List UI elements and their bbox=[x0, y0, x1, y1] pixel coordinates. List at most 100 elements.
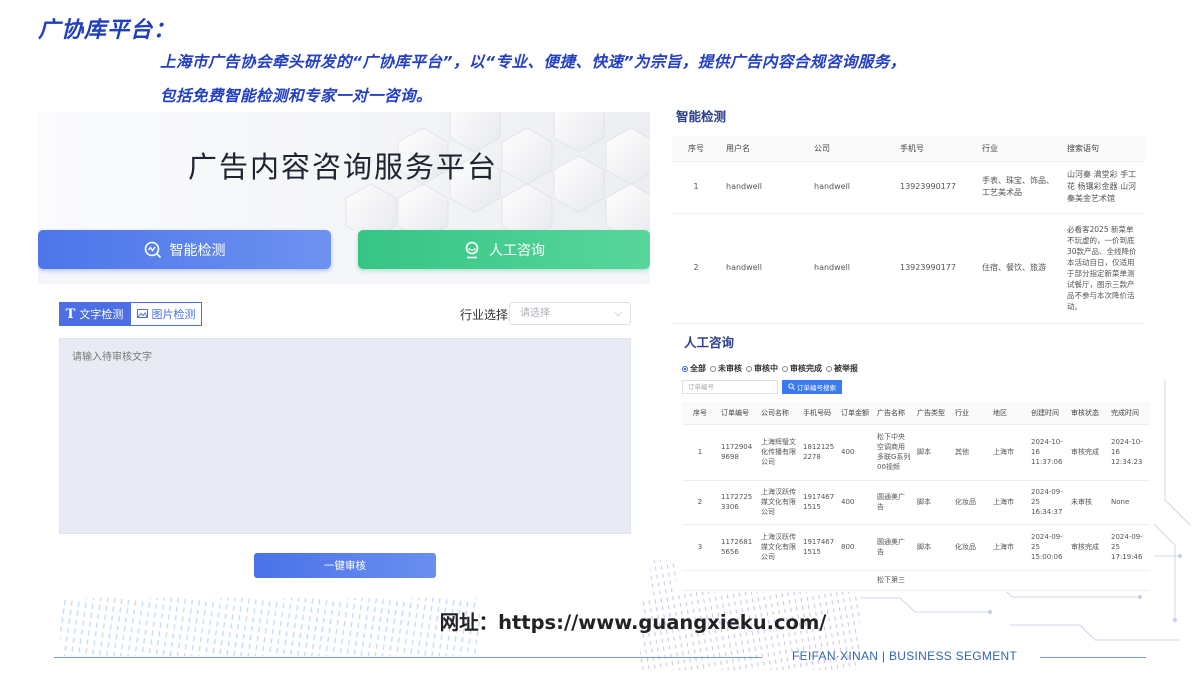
industry-placeholder: 请选择 bbox=[520, 308, 550, 319]
platform-screenshot: 广告内容咨询服务平台 智能检测 人工咨询 T 文字检测 图片检测 行业选择 请选… bbox=[38, 112, 650, 598]
smart-detect-table: 序号 用户名 公司 手机号 行业 搜索语句 1 handwell handwel… bbox=[672, 136, 1145, 324]
table-cell: 1 bbox=[682, 424, 718, 481]
order-search-button[interactable]: 订单编号搜索 bbox=[782, 380, 842, 394]
detect-panel: T 文字检测 图片检测 行业选择 请选择 ⌵ 请输入待审核文字 一键审核 bbox=[38, 284, 650, 598]
one-click-audit-button[interactable]: 一键审核 bbox=[254, 553, 436, 578]
column-header: 行业 bbox=[976, 136, 1061, 162]
radio-icon bbox=[710, 365, 716, 372]
table-cell: 脚本 bbox=[914, 524, 952, 571]
column-header: 地区 bbox=[990, 402, 1028, 425]
radio-icon bbox=[746, 365, 752, 372]
text-input-area[interactable]: 请输入待审核文字 bbox=[59, 338, 631, 534]
table-cell bbox=[682, 570, 718, 591]
table-row: 2 11727253306 上海汉跃传媒文化有限公司 19174671515 4… bbox=[682, 480, 1150, 525]
table-cell bbox=[1068, 570, 1108, 591]
hero-banner: 广告内容咨询服务平台 bbox=[38, 112, 650, 230]
intro-line-1: 上海市广告协会牵头研发的“广协库平台”，以“专业、便捷、快速”为宗旨，提供广告内… bbox=[160, 53, 906, 71]
table-row: 1 11729049698 上海辉璧文化传播有限公司 18121252278 4… bbox=[682, 424, 1150, 481]
table-cell: 上海市 bbox=[990, 480, 1028, 525]
column-header: 行业 bbox=[952, 402, 990, 425]
table-cell: 3 bbox=[682, 524, 718, 571]
table-cell bbox=[758, 570, 800, 591]
table-row: 2 handwell handwell 13923990177 住宿、餐饮、旅游… bbox=[672, 213, 1145, 324]
table-cell: 上海汉跃传媒文化有限公司 bbox=[758, 480, 800, 525]
tab-text-detect[interactable]: T 文字检测 bbox=[59, 302, 130, 326]
radio-icon bbox=[782, 365, 788, 372]
status-filter: 全部 未审核 审核中 审核完成 被举报 bbox=[682, 363, 858, 374]
table-cell: 11729049698 bbox=[718, 424, 758, 481]
industry-select[interactable]: 请选择 ⌵ bbox=[509, 302, 631, 325]
filter-label: 审核中 bbox=[754, 364, 778, 373]
table-row: 松下第三 bbox=[682, 570, 1150, 591]
table-cell: 19174671515 bbox=[800, 480, 838, 525]
search-chart-icon bbox=[144, 241, 162, 259]
order-number-input[interactable]: 订单编号 bbox=[682, 380, 778, 394]
website-url: 网址：https://www.guangxieku.com/ bbox=[0, 606, 1200, 635]
filter-label: 全部 bbox=[690, 364, 706, 373]
smart-detect-button[interactable]: 智能检测 bbox=[38, 230, 331, 269]
user-icon bbox=[463, 241, 481, 259]
website-url-text: 网址：https://www.guangxieku.com/ bbox=[439, 611, 827, 634]
table-cell: 13923990177 bbox=[894, 161, 976, 214]
footer-divider-left bbox=[54, 657, 762, 658]
filter-unreviewed[interactable]: 未审核 bbox=[710, 363, 742, 374]
table-cell bbox=[914, 570, 952, 591]
filter-reported[interactable]: 被举报 bbox=[826, 363, 858, 374]
table-cell: 化妆品 bbox=[952, 524, 990, 571]
table-cell: 脚本 bbox=[914, 424, 952, 481]
table-cell: 上海市 bbox=[990, 424, 1028, 481]
table-cell: 山河秦 满堂彩 手工花 杨镶彩金器 山河秦美金艺术馆 bbox=[1061, 161, 1145, 214]
table-cell: 1 bbox=[672, 161, 720, 214]
text-t-icon: T bbox=[65, 306, 76, 322]
table-cell: 2024-09-25 17:19:46 bbox=[1108, 524, 1150, 571]
footer-caption: FEIFAN·XINAN | BUSINESS SEGMENT bbox=[792, 649, 1018, 663]
smart-detect-label: 智能检测 bbox=[169, 242, 226, 259]
table-cell: 18121252278 bbox=[800, 424, 838, 481]
table-cell: 2024-10-16 11:37:06 bbox=[1028, 424, 1068, 481]
column-header: 用户名 bbox=[720, 136, 808, 162]
column-header: 公司名称 bbox=[758, 402, 800, 425]
table-cell: 19174671515 bbox=[800, 524, 838, 571]
column-header: 订单金额 bbox=[838, 402, 874, 425]
table-cell: 松下第三 bbox=[874, 570, 914, 591]
table-cell bbox=[990, 570, 1028, 591]
table-cell: 脚本 bbox=[914, 480, 952, 525]
table-cell: 住宿、餐饮、旅游 bbox=[976, 213, 1061, 324]
human-consult-button[interactable]: 人工咨询 bbox=[358, 230, 650, 269]
slide-title: 广协库平台： bbox=[38, 18, 177, 43]
table-cell: 未审核 bbox=[1068, 480, 1108, 525]
text-input-placeholder: 请输入待审核文字 bbox=[72, 352, 152, 363]
column-header: 创建时间 bbox=[1028, 402, 1068, 425]
table-cell bbox=[952, 570, 990, 591]
table-cell: handwell bbox=[720, 161, 808, 214]
filter-all[interactable]: 全部 bbox=[682, 363, 706, 374]
human-table-title: 人工咨询 bbox=[684, 335, 735, 350]
radio-icon bbox=[826, 365, 832, 372]
table-cell: 400 bbox=[838, 424, 874, 481]
column-header: 公司 bbox=[808, 136, 894, 162]
radio-icon bbox=[682, 365, 688, 372]
table-cell: 审核完成 bbox=[1068, 424, 1108, 481]
table-cell: handwell bbox=[808, 213, 894, 324]
table-cell: 11727253306 bbox=[718, 480, 758, 525]
tab-image-detect[interactable]: 图片检测 bbox=[130, 302, 202, 326]
filter-label: 未审核 bbox=[718, 364, 742, 373]
column-header: 序号 bbox=[682, 402, 718, 425]
table-cell: 松下中央空调商用多联G系列00视频 bbox=[874, 424, 914, 481]
table-cell: 上海辉璧文化传播有限公司 bbox=[758, 424, 800, 481]
tab-image-label: 图片检测 bbox=[151, 308, 196, 321]
table-cell: 2 bbox=[682, 480, 718, 525]
human-consult-table: 序号 订单编号 公司名称 手机号码 订单金额 广告名称 广告类型 行业 地区 创… bbox=[682, 402, 1150, 591]
filter-reviewing[interactable]: 审核中 bbox=[746, 363, 778, 374]
column-header: 手机号码 bbox=[800, 402, 838, 425]
table-cell: 400 bbox=[838, 480, 874, 525]
filter-done[interactable]: 审核完成 bbox=[782, 363, 822, 374]
table-cell: 2024-10-16 12:34:23 bbox=[1108, 424, 1150, 481]
column-header: 订单编号 bbox=[718, 402, 758, 425]
table-cell bbox=[838, 570, 874, 591]
table-cell: 2 bbox=[672, 213, 720, 324]
footer-divider-right bbox=[1040, 657, 1146, 658]
intro-line-2: 包括免费智能检测和专家一对一咨询。 bbox=[160, 87, 433, 105]
table-cell bbox=[718, 570, 758, 591]
smart-table-title: 智能检测 bbox=[676, 109, 727, 124]
